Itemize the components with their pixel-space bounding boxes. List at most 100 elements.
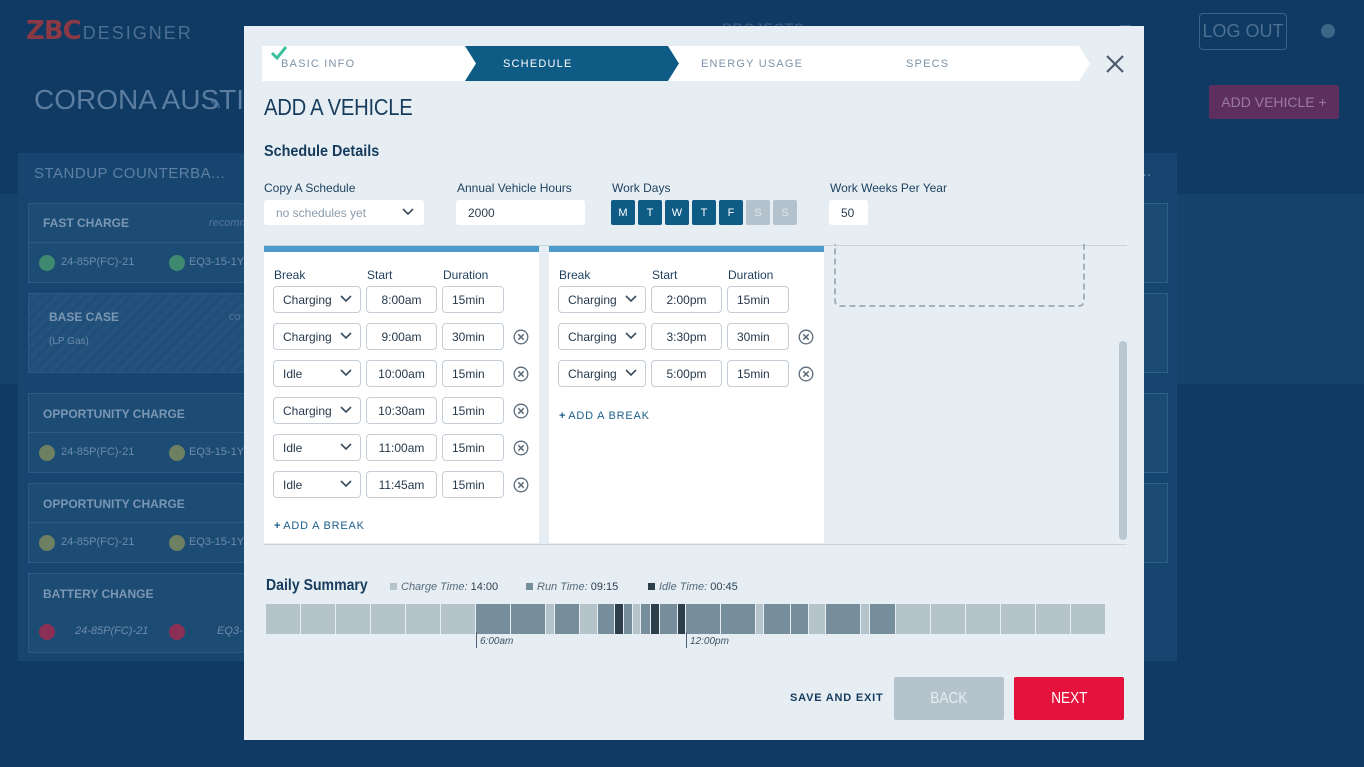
timeline-segment-charge	[931, 604, 965, 634]
remove-break-icon[interactable]	[798, 366, 814, 382]
break-start-input[interactable]: 5:00pm	[651, 360, 722, 387]
break-type-value: Charging	[283, 292, 332, 307]
break-row: Charging 3:30pm 30min	[558, 323, 818, 350]
break-start-input[interactable]: 2:00pm	[651, 286, 722, 313]
break-duration-input[interactable]: 30min	[727, 323, 789, 350]
break-start-input[interactable]: 10:30am	[366, 397, 437, 424]
timeline-segment-charge	[266, 604, 300, 634]
break-start-input[interactable]: 10:00am	[366, 360, 437, 387]
card-tag: co	[229, 311, 241, 323]
work-weeks-input[interactable]: 50	[829, 200, 868, 225]
break-duration-input[interactable]: 15min	[442, 360, 504, 387]
break-start-input[interactable]: 11:00am	[366, 434, 437, 461]
work-day-toggle[interactable]: T	[638, 200, 662, 225]
break-type-select[interactable]: Idle	[273, 360, 361, 387]
chevron-down-icon	[625, 331, 637, 339]
work-day-toggle[interactable]: S	[746, 200, 770, 225]
step-schedule[interactable]: SCHEDULE	[465, 46, 681, 81]
edit-pencil-icon[interactable]: ✎	[210, 96, 222, 113]
step-energy-usage[interactable]: ENERGY USAGE	[668, 46, 884, 81]
next-button[interactable]: NEXT	[1014, 677, 1124, 720]
scenario-card[interactable]: BASE CASE co (LP Gas)	[28, 293, 258, 373]
break-row: Charging 10:30am 15min	[273, 397, 533, 424]
copy-schedule-select[interactable]: no schedules yet	[264, 200, 424, 225]
scenario-card[interactable]: OPPORTUNITY CHARGE 24-85P(FC)-21 EQ3-15-…	[28, 393, 258, 473]
break-type-select[interactable]: Idle	[273, 434, 361, 461]
remove-break-icon[interactable]	[513, 366, 529, 382]
break-duration-input[interactable]: 15min	[442, 434, 504, 461]
break-type-select[interactable]: Idle	[273, 471, 361, 498]
remove-break-icon[interactable]	[513, 403, 529, 419]
break-start-input[interactable]: 3:30pm	[651, 323, 722, 350]
work-day-toggle[interactable]: T	[692, 200, 716, 225]
step-basic-info[interactable]: BASIC INFO	[262, 46, 482, 81]
break-type-value: Idle	[283, 477, 303, 492]
break-type-select[interactable]: Charging	[273, 286, 361, 313]
timeline-segment-run	[721, 604, 755, 634]
work-weeks-label: Work Weeks Per Year	[830, 181, 947, 195]
scenario-card[interactable]: FAST CHARGE recomm 24-85P(FC)-21 EQ3-15-…	[28, 203, 258, 283]
logout-button[interactable]: LOG OUT	[1199, 13, 1287, 50]
break-type-select[interactable]: Charging	[273, 397, 361, 424]
copy-schedule-placeholder: no schedules yet	[276, 205, 367, 220]
break-type-select[interactable]: Charging	[558, 286, 646, 313]
start-column-header: Start	[367, 268, 393, 282]
break-duration-input[interactable]: 30min	[442, 323, 504, 350]
break-duration-input[interactable]: 15min	[442, 286, 504, 313]
remove-break-icon[interactable]	[513, 477, 529, 493]
close-icon[interactable]	[1105, 54, 1125, 74]
step-label: SPECS	[906, 57, 950, 70]
break-type-select[interactable]: Charging	[273, 323, 361, 350]
remove-break-icon[interactable]	[513, 440, 529, 456]
scrollbar[interactable]	[1119, 341, 1127, 540]
break-start-input[interactable]: 11:45am	[366, 471, 437, 498]
remove-break-icon[interactable]	[513, 329, 529, 345]
work-day-toggle[interactable]: M	[611, 200, 635, 225]
add-shift-dropzone[interactable]	[834, 244, 1085, 307]
daily-timeline	[266, 604, 1105, 634]
break-duration-input[interactable]: 15min	[442, 397, 504, 424]
break-type-value: Idle	[283, 440, 303, 455]
annual-hours-input[interactable]: 2000	[456, 200, 585, 225]
run-value: 09:15	[590, 581, 619, 593]
section-title: Schedule Details	[264, 143, 380, 160]
add-break-button[interactable]: + ADD A BREAK	[274, 520, 365, 532]
card-title: BATTERY CHANGE	[43, 587, 154, 601]
break-duration-input[interactable]: 15min	[442, 471, 504, 498]
scenario-card[interactable]: BATTERY CHANGE 24-85P(FC)-21 EQ3-	[28, 573, 258, 653]
shift-breaks-panel: Break Start Duration + ADD A BREAK Chargi…	[264, 246, 539, 543]
timeline-segment-charge	[441, 604, 475, 634]
break-start-input[interactable]: 9:00am	[366, 323, 437, 350]
user-avatar[interactable]	[1321, 24, 1335, 38]
charger-icon	[169, 445, 185, 461]
work-day-toggle[interactable]: F	[719, 200, 743, 225]
step-specs[interactable]: SPECS	[871, 46, 1092, 81]
break-type-select[interactable]: Charging	[558, 360, 646, 387]
card-row: 24-85P(FC)-21 EQ3-15-1YO	[29, 432, 257, 472]
work-day-toggle[interactable]: W	[665, 200, 689, 225]
card-row: 24-85P(FC)-21 EQ3-	[29, 612, 257, 652]
legend-run: Run Time: 09:15	[526, 581, 618, 593]
wizard-stepper: BASIC INFO SCHEDULE ENERGY USAGE SPECS	[262, 46, 1092, 81]
logo-main: ZBC	[26, 16, 82, 46]
chevron-down-icon	[340, 368, 352, 376]
duration-column-header: Duration	[443, 268, 489, 282]
break-type-select[interactable]: Charging	[558, 323, 646, 350]
break-start-input[interactable]: 8:00am	[366, 286, 437, 313]
add-break-button[interactable]: + ADD A BREAK	[559, 410, 650, 422]
break-row: Idle 10:00am 15min	[273, 360, 533, 387]
break-duration-input[interactable]: 15min	[727, 286, 789, 313]
scenario-card[interactable]: OPPORTUNITY CHARGE 24-85P(FC)-21 EQ3-15-…	[28, 483, 258, 563]
idle-value: 00:45	[710, 581, 738, 593]
back-button[interactable]: BACK	[894, 677, 1004, 720]
break-type-value: Charging	[568, 366, 617, 381]
add-vehicle-button[interactable]: ADD VEHICLE +	[1209, 85, 1339, 119]
idle-label: Idle Time:	[659, 581, 708, 593]
save-and-exit-button[interactable]: SAVE AND EXIT	[790, 692, 884, 704]
work-day-toggle[interactable]: S	[773, 200, 797, 225]
timeline-segment-run	[791, 604, 808, 634]
chevron-down-icon	[625, 368, 637, 376]
remove-break-icon[interactable]	[798, 329, 814, 345]
break-duration-input[interactable]: 15min	[727, 360, 789, 387]
timeline-segment-idle	[678, 604, 685, 634]
